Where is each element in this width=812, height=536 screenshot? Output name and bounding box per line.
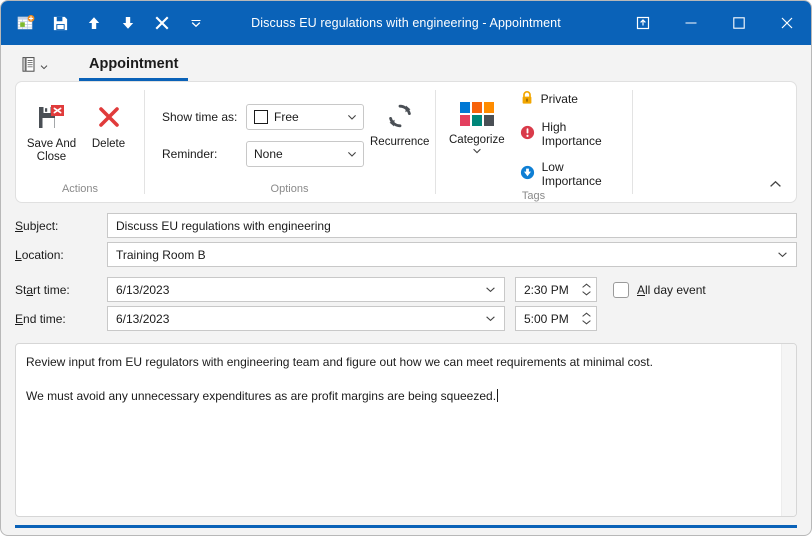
save-and-close-icon [36,100,68,136]
ribbon-group-options: Show time as: Free Reminder: None Recurr… [144,82,435,202]
start-time-input[interactable]: 2:30 PM [515,277,597,302]
options-fields: Show time as: Free Reminder: None [154,104,364,167]
down-arrow-icon [520,165,535,183]
appointment-window: Discuss EU regulations with engineering … [0,0,812,536]
recurrence-icon [384,98,416,134]
location-row: Location: Training Room B [15,242,797,267]
window-controls [619,1,811,45]
restore-down-icon[interactable] [619,1,667,45]
previous-item-icon[interactable] [77,7,111,39]
location-input[interactable]: Training Room B [107,242,797,267]
start-time-row: Start time: 6/13/2023 2:30 PM All day ev… [15,277,797,302]
reminder-row: Reminder: None [162,141,364,167]
high-importance-label: High Importance [541,120,602,148]
chevron-down-icon[interactable] [773,249,792,260]
ribbon-group-tags-label: Tags [521,190,546,202]
all-day-event-checkbox-box[interactable] [613,281,629,298]
notes-scrollbar[interactable] [781,344,796,516]
new-appointment-icon[interactable] [9,7,43,39]
recurrence-button[interactable]: Recurrence [370,96,429,149]
categorize-label: Categorize [449,134,505,146]
chevron-down-icon [472,147,482,155]
low-importance-label: Low Importance [541,160,602,188]
save-and-close-label: Save And Close [26,138,77,163]
next-item-icon[interactable] [111,7,145,39]
customize-quick-access-toolbar-icon[interactable] [179,7,213,39]
file-menu-icon[interactable] [15,49,53,79]
notes-paragraph-2: We must avoid any unnecessary expenditur… [26,389,499,403]
end-date-input[interactable]: 6/13/2023 [107,306,505,331]
show-time-as-row: Show time as: Free [162,104,364,130]
ribbon-tab-strip: Appointment [1,45,811,81]
subject-input[interactable]: Discuss EU regulations with engineering [107,213,797,238]
chevron-down-icon [347,149,357,159]
minimize-icon[interactable] [667,1,715,45]
maximize-icon[interactable] [715,1,763,45]
private-button[interactable]: Private [517,88,622,110]
end-date-value: 6/13/2023 [116,311,170,326]
save-icon[interactable] [43,7,77,39]
start-time-label: Start time: [15,282,70,297]
appointment-body: Review input from EU regulators with eng… [15,343,797,517]
start-date-input[interactable]: 6/13/2023 [107,277,505,302]
subject-row: Subject: Discuss EU regulations with eng… [15,213,797,238]
end-time-input[interactable]: 5:00 PM [515,306,597,331]
tags-list: Private High Importance Low Importance [515,88,622,190]
exclamation-icon [520,125,535,143]
start-date-value: 6/13/2023 [116,282,170,297]
delete-button[interactable]: Delete [83,98,134,151]
high-importance-button[interactable]: High Importance [517,118,622,150]
subject-value: Discuss EU regulations with engineering [116,218,331,233]
recurrence-label: Recurrence [370,136,430,148]
low-importance-button[interactable]: Low Importance [517,158,622,190]
ribbon-group-actions: Save And Close Delete Actions [16,82,144,202]
save-and-close-button[interactable]: Save And Close [26,98,77,164]
quick-access-toolbar [1,7,213,39]
tab-appointment-label: Appointment [89,56,179,72]
end-time-value: 5:00 PM [524,311,569,326]
location-value: Training Room B [116,247,206,262]
title-bar: Discuss EU regulations with engineering … [1,1,811,45]
delete-label: Delete [91,138,126,150]
reminder-label: Reminder: [162,147,218,161]
end-time-label: End time: [15,311,66,326]
chevron-down-icon [347,112,357,122]
collapse-ribbon-button[interactable] [762,172,788,196]
start-time-spinner[interactable] [578,283,594,296]
show-time-as-label: Show time as: [162,110,238,124]
notes-paragraph-1: Review input from EU regulators with eng… [26,355,653,369]
ribbon-group-actions-label: Actions [61,183,99,195]
chevron-down-icon[interactable] [481,284,500,295]
start-time-value: 2:30 PM [524,282,569,297]
all-day-event-label: All day event [637,282,706,297]
show-time-as-value: Free [274,110,299,124]
ribbon-group-options-label: Options [270,183,309,195]
chevron-down-icon[interactable] [481,313,500,324]
ribbon: Save And Close Delete Actions Show time … [15,81,797,203]
lock-icon [520,90,534,108]
categorize-icon [459,96,494,132]
all-day-event-checkbox[interactable]: All day event [613,281,706,298]
reminder-value: None [254,147,283,161]
notes-editor[interactable]: Review input from EU regulators with eng… [16,344,781,516]
bottom-accent-rule [15,525,797,528]
end-time-spinner[interactable] [578,312,594,325]
end-time-row: End time: 6/13/2023 5:00 PM [15,306,797,331]
text-caret [497,389,499,402]
show-time-as-dropdown[interactable]: Free [246,104,364,130]
free-status-swatch-icon [254,110,268,124]
delete-icon [94,100,124,136]
close-icon[interactable] [145,7,179,39]
subject-label: Subject: [15,218,59,233]
appointment-form: Subject: Discuss EU regulations with eng… [1,203,811,335]
reminder-dropdown[interactable]: None [246,141,364,167]
tab-appointment[interactable]: Appointment [75,47,192,81]
ribbon-group-tags: Categorize Private High Importance Low I… [435,82,632,202]
location-label: Location: [15,247,64,262]
categorize-button[interactable]: Categorize [449,94,505,155]
private-label: Private [540,92,578,106]
window-close-icon[interactable] [763,1,811,45]
